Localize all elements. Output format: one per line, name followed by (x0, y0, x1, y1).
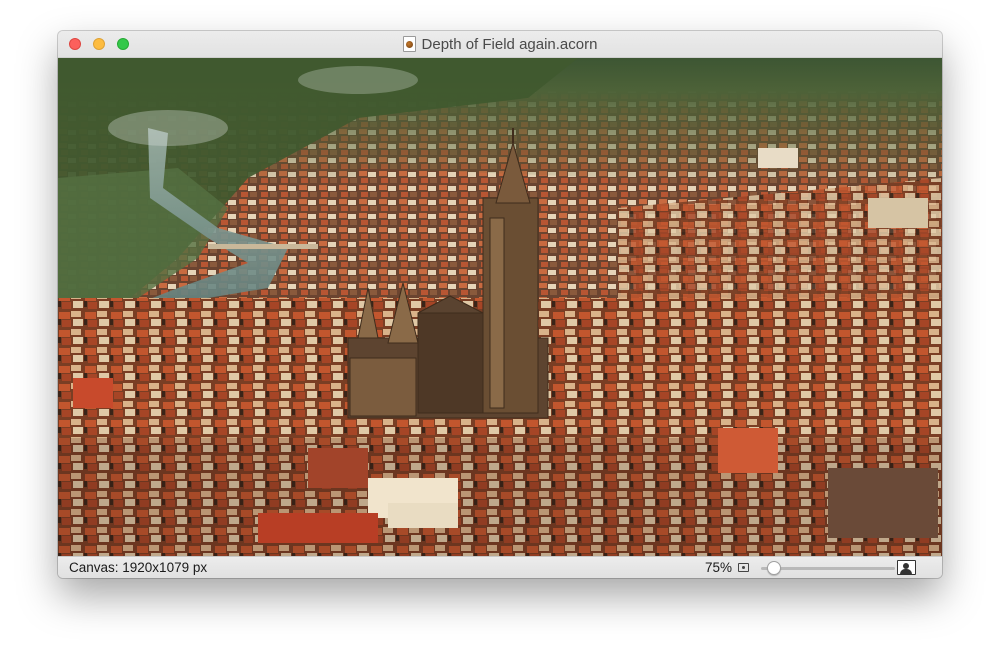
acorn-document-icon[interactable] (402, 36, 416, 52)
canvas-size-label: Canvas: 1920x1079 px (69, 560, 208, 575)
aerial-city-photo (58, 58, 942, 556)
app-window: Depth of Field again.acorn Canvas: 1920x… (58, 31, 942, 578)
image-canvas[interactable] (58, 58, 942, 556)
image-large-icon[interactable] (897, 560, 916, 575)
window-title: Depth of Field again.acorn (421, 35, 598, 53)
zoom-slider-knob[interactable] (767, 561, 781, 575)
status-bar: Canvas: 1920x1079 px 75% (58, 556, 942, 578)
window-title-group: Depth of Field again.acorn (58, 31, 942, 57)
zoom-percent-label: 75% (704, 560, 732, 575)
zoom-slider[interactable] (761, 567, 895, 570)
title-bar[interactable]: Depth of Field again.acorn (58, 31, 942, 58)
image-small-icon[interactable] (738, 563, 749, 572)
